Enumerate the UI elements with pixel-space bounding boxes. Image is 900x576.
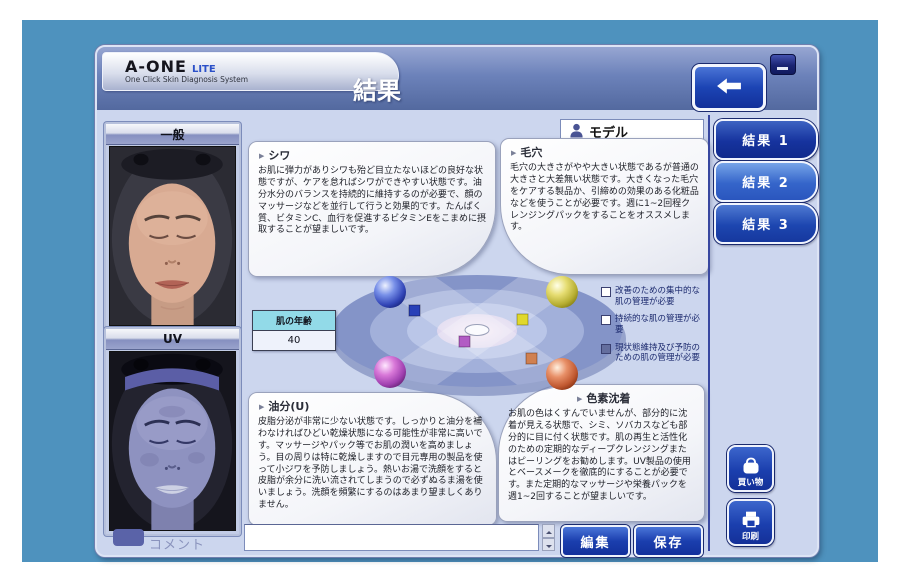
tab-result-1[interactable]: 結果 1	[714, 119, 818, 160]
chart-legend: 改善のための集中的な肌の管理が必要 持続的な肌の管理が必要 現状態維持及び予防の…	[601, 286, 707, 364]
minimize-button[interactable]	[770, 54, 796, 75]
legend-item: 現状態維持及び予防のための肌の管理が必要	[601, 343, 707, 364]
tab-result-3[interactable]: 結果 3	[714, 203, 818, 244]
legend-unfilled-square-icon	[601, 315, 611, 325]
edit-button[interactable]: 編集	[561, 525, 630, 557]
comment-bubble-icon	[113, 529, 144, 546]
photo-panel-uv: UV	[104, 327, 241, 536]
face-photo-uv	[109, 351, 236, 531]
comment-input[interactable]	[244, 524, 539, 551]
spinner-down-button[interactable]	[542, 538, 555, 552]
photo-panel-general: 一般	[104, 122, 241, 331]
photo-label-uv: UV	[106, 329, 239, 350]
panel-pore-title: 毛穴	[501, 139, 708, 161]
legend-unfilled-square-icon	[601, 287, 611, 297]
vertical-divider	[708, 115, 710, 551]
sphere-pore	[546, 276, 578, 308]
header-bar: A-ONELITE One Click Skin Diagnosis Syste…	[97, 47, 817, 110]
shopping-bag-icon	[740, 456, 762, 476]
skin-age-table: 肌の年齢 40	[252, 310, 336, 351]
panel-pigment-body: お肌の色はくすんでいませんが、部分的に沈着が見える状態で、シミ、ソバカスなども部…	[499, 407, 704, 506]
tab-result-2[interactable]: 結果 2	[714, 161, 818, 202]
skin-age-value: 40	[253, 331, 335, 350]
marker-pore	[517, 314, 528, 325]
skin-age-label: 肌の年齢	[253, 311, 335, 331]
panel-wrinkle: シワ お肌に弾力がありシワも殆ど目立たないほどの良好な状態ですが、ケアを怠ればシ…	[248, 141, 496, 277]
marker-oil	[459, 336, 470, 347]
back-button[interactable]	[692, 64, 766, 111]
sphere-oil	[374, 356, 406, 388]
panel-pore: 毛穴 毛穴の大きさがやや大きい状態であるが普通の大きさと大差無い状態です。大きく…	[500, 138, 709, 275]
sphere-wrinkle	[374, 276, 406, 308]
print-button[interactable]: 印刷	[727, 499, 774, 546]
shopping-button[interactable]: 買い物	[727, 445, 774, 492]
legend-item: 改善のための集中的な肌の管理が必要	[601, 286, 707, 307]
chart-center-hole	[465, 325, 489, 336]
app-window: A-ONELITE One Click Skin Diagnosis Syste…	[95, 45, 819, 557]
legend-filled-square-icon	[601, 344, 611, 354]
panel-wrinkle-body: お肌に弾力がありシワも殆ど目立たないほどの良好な状態ですが、ケアを怠ればシワがで…	[249, 164, 495, 239]
spinner-up-button[interactable]	[542, 524, 555, 538]
sphere-pigment	[546, 358, 578, 390]
panel-pore-body: 毛穴の大きさがやや大きい状態であるが普通の大きさと大差無い状態です。大きくなった…	[501, 161, 708, 236]
comment-spinner	[542, 524, 555, 551]
legend-item: 持続的な肌の管理が必要	[601, 314, 707, 335]
printer-icon	[740, 510, 762, 530]
marker-pigment	[526, 353, 537, 364]
panel-oil: 油分(U) 皮脂分泌が非常に少ない状態です。しっかりと油分を補わなければひどい乾…	[248, 392, 497, 526]
marker-wrinkle	[409, 305, 420, 316]
face-photo-general	[109, 146, 236, 326]
comment-label: コメント	[149, 534, 205, 553]
back-arrow-icon	[716, 77, 742, 99]
panel-oil-body: 皮脂分泌が非常に少ない状態です。しっかりと油分を補わなければひどい乾燥状態になる…	[249, 415, 496, 514]
photo-label-general: 一般	[106, 124, 239, 145]
panel-wrinkle-title: シワ	[249, 142, 495, 164]
save-button[interactable]: 保存	[634, 525, 703, 557]
page-title: 結果	[97, 71, 657, 106]
